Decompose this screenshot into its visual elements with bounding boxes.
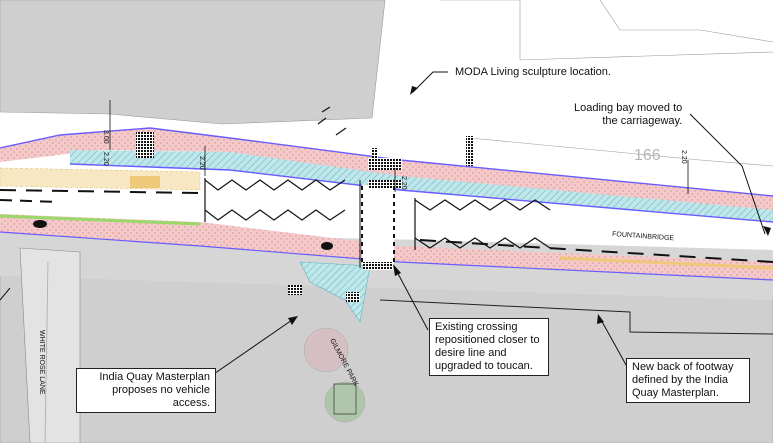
- annotation-india-quay: India Quay Masterplan proposes no vehicl…: [76, 368, 216, 413]
- bollard-mid: [321, 242, 333, 250]
- annotation-moda: MODA Living sculpture location.: [455, 66, 611, 78]
- dim-2-20-c: 2.20: [400, 176, 407, 190]
- lane-label: WHITE ROSE LANE: [38, 330, 45, 395]
- parking-marks: [130, 176, 160, 188]
- building-outlines-ne: [440, 0, 773, 168]
- building-block-nw: [0, 0, 386, 125]
- arrow-moda: [410, 86, 418, 95]
- annotation-loading-bay: Loading bay moved to the carriageway.: [574, 102, 683, 127]
- bollard-west: [33, 220, 47, 228]
- dim-2-20-a: 2.20: [102, 152, 109, 166]
- dim-3-00: 3.00: [102, 130, 109, 144]
- annotation-crossing: Existing crossing repositioned closer to…: [429, 318, 549, 376]
- toucan-crossing: [359, 180, 395, 268]
- white-rose-lane: [19, 247, 81, 443]
- park-tree-2: [324, 381, 366, 423]
- building-number: 166: [634, 147, 661, 164]
- dim-2-20-d: 2.20: [680, 150, 687, 164]
- annotation-footway: New back of footway defined by the India…: [626, 358, 750, 403]
- dim-2-20-b: 2.20: [198, 156, 205, 170]
